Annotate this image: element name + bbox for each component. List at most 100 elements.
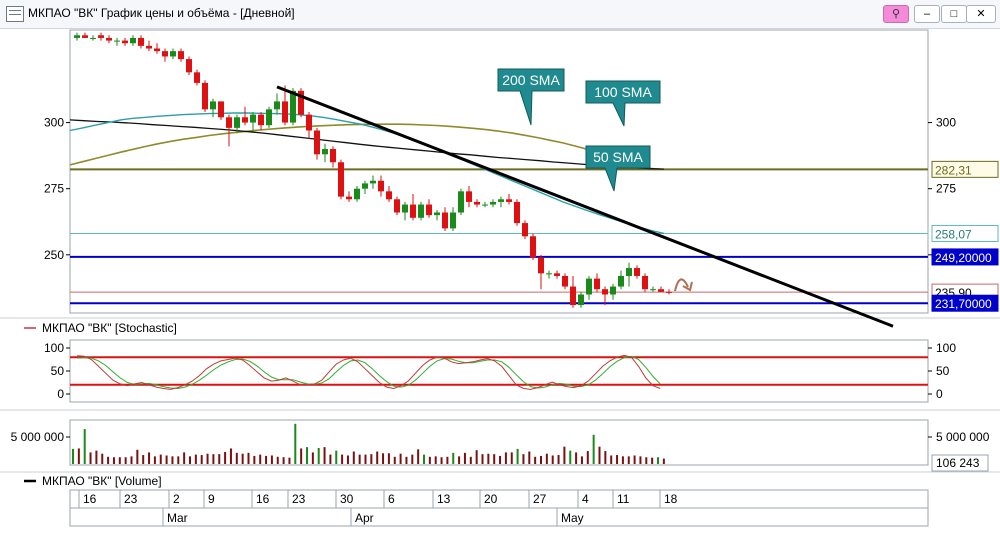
date-tick-label: 9: [208, 492, 215, 506]
volume-tick-left: 5 000 000: [11, 430, 65, 444]
candle-body: [178, 51, 184, 60]
month-label: May: [561, 511, 584, 525]
candle-body: [562, 275, 568, 287]
candle-body: [202, 82, 208, 110]
candle-body: [418, 204, 424, 218]
level-label-sma50: 258,07: [935, 227, 972, 241]
candle-body: [450, 212, 456, 229]
date-tick-label: 30: [340, 492, 354, 506]
price-tick-label-left: 275: [44, 182, 64, 196]
callout-100-sma-label: 100 SMA: [594, 84, 652, 100]
candle-body: [602, 289, 608, 295]
candle-body: [538, 257, 544, 274]
candle-body: [354, 188, 360, 200]
candle-body: [466, 191, 472, 202]
candle-body: [154, 48, 160, 52]
candle-body: [346, 196, 352, 200]
callout-50-sma-label: 50 SMA: [593, 149, 643, 165]
level-label-sma100: 282,31: [935, 163, 972, 177]
candle-body: [218, 101, 224, 118]
month-label: Mar: [167, 511, 188, 525]
candle-body: [458, 191, 464, 213]
candle-body: [290, 90, 296, 123]
date-tick-label: 11: [617, 492, 630, 506]
month-label: Apr: [355, 511, 374, 525]
candle-body: [442, 212, 448, 229]
candle-body: [490, 201, 496, 205]
candle-body: [546, 273, 552, 275]
stochastic-legend-label: МКПАО "ВК" [Stochastic]: [42, 321, 177, 335]
candle-body: [370, 180, 376, 184]
candle-body: [138, 37, 144, 46]
candle-body: [114, 40, 120, 42]
candle-body: [410, 204, 416, 218]
candle-body: [330, 149, 336, 163]
candle-body: [186, 59, 192, 73]
volume-legend-label: МКПАО "ВК" [Volume]: [42, 474, 162, 488]
level-label-support: 249,20000: [935, 251, 992, 265]
candle-body: [658, 289, 664, 292]
candle-body: [514, 201, 520, 224]
candle-body: [282, 101, 288, 123]
date-tick-label: 23: [124, 492, 138, 506]
date-tick-label: 16: [83, 492, 97, 506]
candle-body: [250, 114, 256, 123]
candle-body: [106, 37, 112, 41]
candle-body: [578, 294, 584, 306]
candle-body: [522, 223, 528, 237]
stochastic-tick-right: 50: [936, 364, 950, 378]
stochastic-panel-frame: [69, 339, 929, 403]
date-tick-label: 4: [582, 492, 589, 506]
stochastic-tick-left: 0: [57, 387, 64, 401]
candle-body: [338, 162, 344, 197]
chart-canvas: 250250275275300300282,31258,07249,200002…: [0, 29, 1000, 527]
candle-body: [122, 40, 128, 44]
candle-body: [402, 204, 408, 213]
candle-body: [386, 191, 392, 200]
date-tick-label: 23: [292, 492, 306, 506]
candle-body: [170, 51, 176, 57]
date-tick-label: 2: [173, 492, 180, 506]
candle-body: [394, 199, 400, 213]
candle-body: [82, 35, 88, 38]
candle-body: [322, 149, 328, 155]
candle-body: [506, 199, 512, 202]
volume-tick-right: 5 000 000: [936, 430, 990, 444]
stochastic-tick-right: 100: [936, 341, 956, 355]
candle-body: [210, 101, 216, 110]
date-tick-label: 16: [256, 492, 270, 506]
candle-body: [362, 183, 368, 189]
candle-body: [162, 51, 168, 57]
stochastic-tick-left: 50: [51, 364, 65, 378]
date-tick-label: 13: [437, 492, 451, 506]
candle-body: [570, 286, 576, 306]
candle-body: [634, 268, 640, 276]
candle-body: [474, 201, 480, 205]
volume-last-label: 106 243: [936, 456, 980, 470]
candle-body: [98, 35, 104, 38]
date-tick-label: 20: [484, 492, 498, 506]
candle-body: [666, 291, 672, 293]
date-tick-label: 27: [533, 492, 547, 506]
price-tick-label-left: 250: [44, 248, 64, 262]
price-tick-label-right: 300: [936, 116, 956, 130]
volume-panel-frame: [69, 419, 929, 466]
level-label-support: 231,70000: [935, 297, 992, 311]
candle-body: [434, 212, 440, 216]
candle-body: [650, 289, 656, 291]
price-tick-label-right: 275: [936, 182, 956, 196]
candle-body: [498, 199, 504, 202]
candle-body: [146, 45, 152, 49]
candle-body: [266, 109, 272, 126]
candle-body: [594, 278, 600, 290]
stochastic-tick-right: 0: [936, 387, 943, 401]
candle-body: [226, 117, 232, 128]
candle-body: [618, 275, 624, 287]
candle-body: [482, 204, 488, 206]
candle-body: [314, 130, 320, 155]
date-tick-label: 6: [388, 492, 395, 506]
candle-body: [306, 114, 312, 131]
candle-body: [74, 35, 80, 38]
candle-body: [626, 268, 632, 276]
candle-body: [610, 286, 616, 295]
